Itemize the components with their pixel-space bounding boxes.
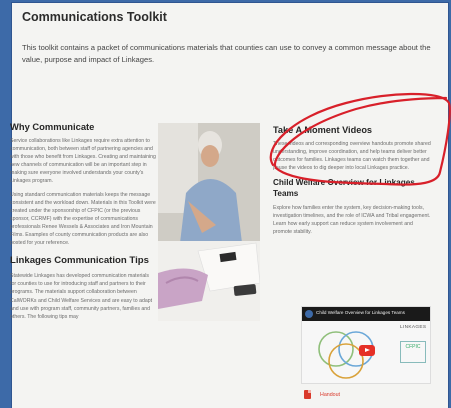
handout-link[interactable]: Handout	[304, 390, 340, 399]
meeting-photo	[158, 123, 260, 321]
videos-section: Take A Moment Videos These videos and co…	[273, 125, 433, 242]
video-title[interactable]: Child Welfare Overview for Linkages Team…	[316, 310, 405, 315]
communication-tips-paragraph: Statewide Linkages has developed communi…	[10, 273, 153, 320]
why-communicate-heading: Why Communicate	[10, 121, 95, 132]
child-welfare-heading: Child Welfare Overview for Linkages Team…	[273, 178, 415, 198]
pdf-icon	[304, 390, 311, 399]
video-embed[interactable]: Child Welfare Overview for Linkages Team…	[301, 306, 431, 384]
why-communicate-paragraph-2: Using standard communication materials k…	[10, 191, 156, 247]
cfpic-logo: CFPIC	[400, 341, 426, 363]
video-title-bar: Child Welfare Overview for Linkages Team…	[302, 307, 430, 321]
handout-label[interactable]: Handout	[320, 392, 340, 398]
child-welfare-paragraph: Explore how families enter the system, k…	[273, 205, 431, 235]
why-communicate-paragraph-1: Service collaborations like Linkages req…	[10, 138, 156, 185]
meeting-photo-illustration	[158, 123, 260, 321]
page-title: Communications Toolkit	[22, 10, 167, 24]
linkages-logo: LINKAGES	[400, 325, 427, 330]
videos-paragraph: These videos and corresponding overview …	[273, 141, 431, 171]
play-icon[interactable]	[359, 345, 375, 356]
channel-logo-icon	[305, 310, 313, 318]
venn-diagram-icon	[318, 331, 374, 379]
communication-tips-heading: Linkages Communication Tips	[10, 255, 149, 267]
intro-text: This toolkit contains a packet of commun…	[22, 43, 431, 64]
why-communicate-section: Why Communicate Service collaborations l…	[10, 121, 156, 326]
videos-heading: Take A Moment Videos	[273, 125, 373, 135]
